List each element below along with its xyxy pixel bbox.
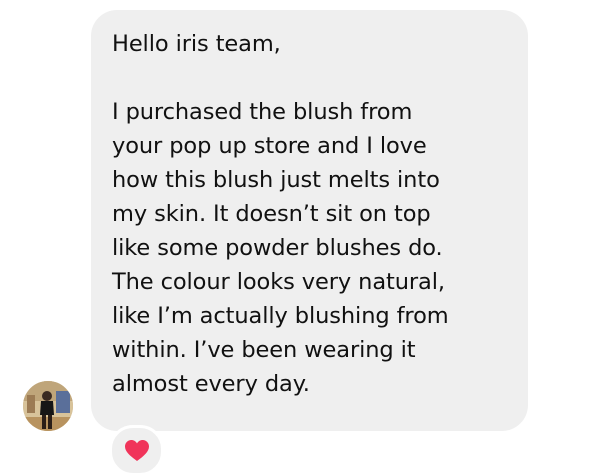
message-line: The colour looks very natural,: [112, 269, 445, 295]
message-greeting: Hello iris team,: [112, 31, 281, 57]
message-line: your pop up store and I love: [112, 133, 427, 159]
message-line: my skin. It doesn’t sit on top: [112, 201, 431, 227]
avatar-photo: [23, 381, 73, 431]
message-line: I purchased the blush from: [112, 99, 413, 125]
message-line: almost every day.: [112, 371, 310, 397]
heart-icon: [124, 439, 149, 461]
message-line: like some powder blushes do.: [112, 235, 443, 261]
message-line: how this blush just melts into: [112, 167, 440, 193]
message-line: within. I’ve been wearing it: [112, 337, 416, 363]
reaction-badge[interactable]: [109, 425, 164, 476]
message-bubble[interactable]: Hello iris team, I purchased the blush f…: [91, 10, 528, 431]
message-line: like I’m actually blushing from: [112, 303, 449, 329]
sender-avatar[interactable]: [23, 381, 73, 431]
